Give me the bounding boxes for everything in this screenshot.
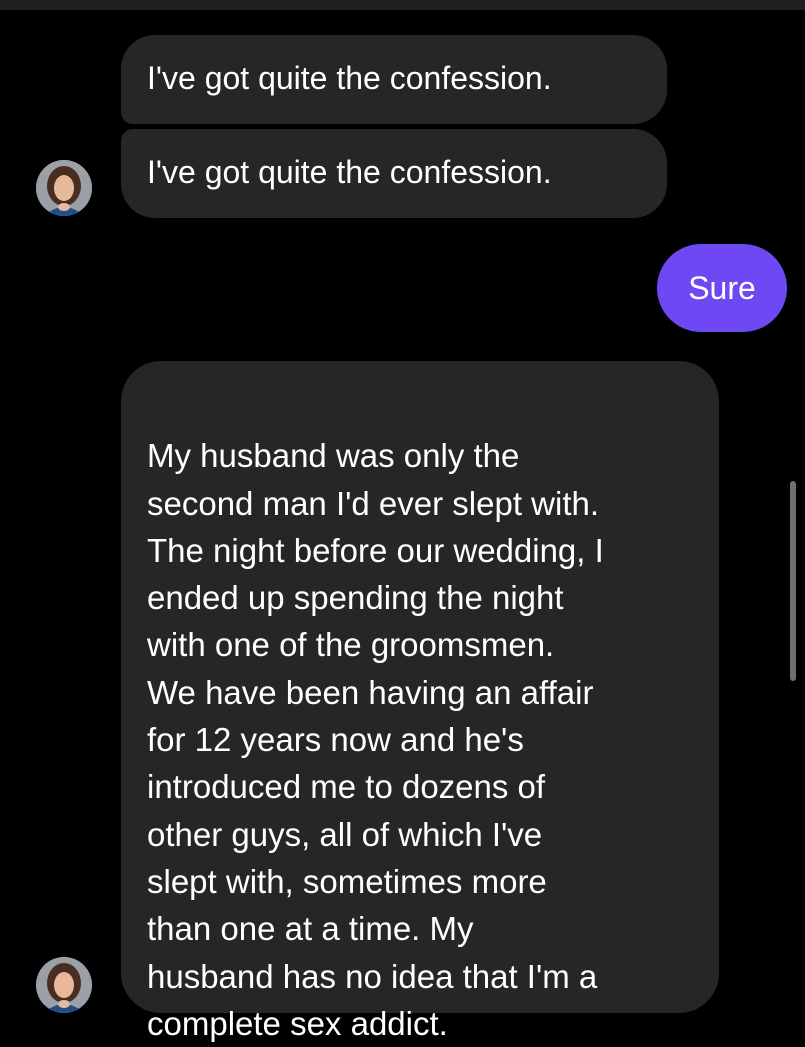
contact-avatar[interactable]	[36, 160, 92, 216]
received-message-bubble[interactable]: I've got quite the confession.	[121, 129, 667, 218]
message-text: I've got quite the confession.	[147, 60, 552, 96]
contact-avatar[interactable]	[36, 957, 92, 1013]
message-text: Sure	[688, 270, 756, 306]
avatar-photo-icon	[36, 957, 92, 1013]
received-message-bubble[interactable]: My husband was only the second man I'd e…	[121, 361, 719, 1042]
message-text: I've got quite the confession.	[147, 154, 552, 190]
message-text: My husband was only the second man I'd e…	[147, 437, 604, 1042]
sent-message-bubble[interactable]: Sure	[657, 244, 787, 332]
top-status-strip	[0, 0, 805, 10]
received-message-bubble[interactable]: I've got quite the confession.	[121, 35, 667, 124]
scrollbar[interactable]	[790, 481, 796, 681]
avatar-photo-icon	[36, 160, 92, 216]
